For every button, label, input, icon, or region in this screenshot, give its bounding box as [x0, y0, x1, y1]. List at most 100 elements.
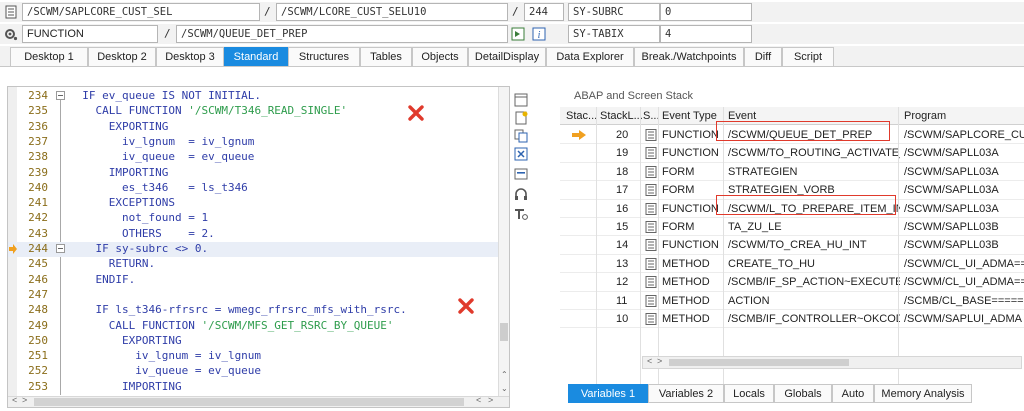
scroll-thumb[interactable]	[669, 359, 849, 366]
code-line[interactable]: 237 iv_lgnum = iv_lgnum	[8, 135, 509, 150]
settings-tool-icon[interactable]	[513, 206, 529, 222]
code-line[interactable]: 241 EXCEPTIONS	[8, 196, 509, 211]
error-cross-icon	[458, 298, 474, 314]
headphones-icon[interactable]	[513, 186, 529, 202]
stack-row[interactable]: 10 METHOD/SCMB/IF_CONTROLLER~OKCODE_ /SCWM…	[560, 310, 1024, 329]
line-number: 236	[28, 119, 48, 133]
fold-toggle-icon[interactable]	[56, 244, 65, 253]
new-document-icon[interactable]	[513, 110, 529, 126]
code-line[interactable]: 248 IF ls_t346-rfrsrc = wmegc_rfrsrc_mfs…	[8, 303, 509, 318]
copy-icon[interactable]	[513, 128, 529, 144]
source-code-editor[interactable]: 234 IF ev_queue IS NOT INITIAL. 235 CALL …	[7, 86, 510, 408]
source-code-icon	[645, 257, 657, 270]
stack-horizontal-scrollbar[interactable]: < >	[642, 356, 1022, 369]
fold-toggle-icon[interactable]	[56, 91, 65, 100]
tab-desktop-2[interactable]: Desktop 2	[88, 47, 156, 66]
event-cell: /SCWM/TO_CREA_HU_INT	[728, 239, 867, 252]
scroll-right-icon[interactable]: >	[657, 356, 662, 366]
info-icon[interactable]: i	[532, 27, 546, 41]
scroll-left-icon[interactable]: <	[476, 395, 481, 405]
tab-tables[interactable]: Tables	[360, 47, 412, 66]
tab-locals[interactable]: Locals	[724, 384, 774, 403]
stack-row[interactable]: 14 FUNCTION/SCWM/TO_CREA_HU_INT/SCWM/SAPL…	[560, 236, 1024, 255]
tab-script[interactable]: Script	[782, 47, 834, 66]
editor-vertical-scrollbar[interactable]: ⌃ ⌄	[498, 87, 509, 407]
code-line[interactable]: 252 iv_queue = ev_queue	[8, 364, 509, 379]
code-line[interactable]: 247	[8, 288, 509, 303]
enter-icon[interactable]	[511, 27, 525, 41]
scroll-left-icon[interactable]: <	[647, 356, 652, 366]
column-header-program[interactable]: Program	[904, 110, 1024, 122]
event-type-field[interactable]: FUNCTION	[22, 25, 158, 43]
tab-standard[interactable]: Standard	[224, 47, 288, 66]
window-icon[interactable]	[513, 92, 529, 108]
stack-row[interactable]: 19 FUNCTION/SCWM/TO_ROUTING_ACTIVATE_IN/S…	[560, 144, 1024, 163]
code-line[interactable]: 253 IMPORTING	[8, 380, 509, 395]
stack-row[interactable]: 12 METHOD/SCMB/IF_SP_ACTION~EXECUTE/SCWM/…	[560, 273, 1024, 292]
stack-row[interactable]: 13 METHOD CREATE_TO_HU/SCWM/CL_UI_ADMA===	[560, 255, 1024, 274]
code-text: iv_queue = ev_queue	[69, 364, 262, 378]
code-line[interactable]: 246 ENDIF.	[8, 273, 509, 288]
tab-memory-analysis[interactable]: Memory Analysis	[874, 384, 972, 403]
stack-row[interactable]: 15 FORM TA_ZU_LE/SCWM/SAPLL03B	[560, 218, 1024, 237]
tab-breakpoints-watchpoints[interactable]: Break./Watchpoints	[634, 47, 744, 66]
maximize-icon[interactable]	[513, 166, 529, 182]
scroll-thumb[interactable]	[34, 398, 464, 406]
highlight-box-event	[716, 195, 896, 215]
tab-globals[interactable]: Globals	[774, 384, 832, 403]
program-name-field[interactable]: /SCWM/SAPLCORE_CUST_SEL	[22, 3, 260, 21]
stack-row[interactable]: 11 METHOD ACTION/SCMB/CL_BASE======	[560, 292, 1024, 310]
event-name-field[interactable]: /SCWM/QUEUE_DET_PREP	[176, 25, 508, 43]
code-line[interactable]: 249 CALL FUNCTION '/SCWM/MFS_GET_RSRC_BY…	[8, 319, 509, 334]
tab-diff[interactable]: Diff	[744, 47, 782, 66]
tab-objects[interactable]: Objects	[412, 47, 468, 66]
event-type-cell: METHOD	[662, 276, 710, 289]
tab-detail-display[interactable]: DetailDisplay	[468, 47, 546, 66]
scroll-right-icon[interactable]: >	[22, 395, 27, 405]
scroll-thumb[interactable]	[500, 323, 508, 341]
tab-data-explorer[interactable]: Data Explorer	[546, 47, 634, 66]
column-header-stack[interactable]: Stac...	[566, 110, 600, 122]
close-window-icon[interactable]	[513, 146, 529, 162]
code-line[interactable]: 243 OTHERS = 2.	[8, 227, 509, 242]
code-text: OTHERS = 2.	[69, 226, 215, 240]
scroll-left-icon[interactable]: <	[12, 395, 17, 405]
tab-desktop-3[interactable]: Desktop 3	[156, 47, 224, 66]
tab-desktop-1[interactable]: Desktop 1	[10, 47, 88, 66]
code-line[interactable]: 235 CALL FUNCTION '/SCWM/T346_READ_SINGL…	[8, 104, 509, 119]
sysfield-value-field[interactable]: 4	[660, 25, 752, 43]
code-line[interactable]: 238 iv_queue = ev_queue	[8, 150, 509, 165]
scroll-up-icon[interactable]: ⌃	[501, 370, 508, 379]
code-line[interactable]: 239 IMPORTING	[8, 166, 509, 181]
code-text: iv_lgnum = iv_lgnum	[69, 134, 255, 148]
include-name-field[interactable]: /SCWM/LCORE_CUST_SELU10	[276, 3, 508, 21]
scroll-right-icon[interactable]: >	[488, 395, 493, 405]
sysfield-name-field[interactable]: SY-SUBRC	[568, 3, 660, 21]
sysfield-value-field[interactable]: 0	[660, 3, 752, 21]
scroll-down-icon[interactable]: ⌄	[501, 384, 508, 393]
code-line[interactable]: 245 RETURN.	[8, 257, 509, 272]
column-header-stack-level[interactable]: StackL...	[600, 110, 642, 122]
source-code-icon	[645, 147, 657, 160]
tab-structures[interactable]: Structures	[288, 47, 360, 66]
code-text: EXPORTING	[69, 119, 169, 133]
sysfield-name-field[interactable]: SY-TABIX	[568, 25, 660, 43]
code-line[interactable]: 244 IF sy-subrc <> 0.	[8, 242, 509, 258]
code-line[interactable]: 236 EXPORTING	[8, 120, 509, 135]
code-line[interactable]: 250 EXPORTING	[8, 334, 509, 349]
code-line[interactable]: 242 not_found = 1	[8, 211, 509, 226]
stack-row[interactable]: 18 FORM STRATEGIEN/SCWM/SAPLL03A	[560, 163, 1024, 182]
tab-variables-2[interactable]: Variables 2	[648, 384, 724, 403]
line-number: 248	[28, 303, 48, 317]
event-cell: TA_ZU_LE	[728, 221, 782, 233]
line-number-field[interactable]: 244	[524, 3, 564, 21]
event-cell: /SCWM/TO_ROUTING_ACTIVATE_IN	[728, 147, 900, 160]
code-line[interactable]: 251 iv_lgnum = iv_lgnum	[8, 349, 509, 364]
editor-horizontal-scrollbar[interactable]: < > < >	[8, 395, 509, 407]
code-line[interactable]: 234 IF ev_queue IS NOT INITIAL.	[8, 89, 509, 104]
code-line[interactable]: 240 es_t346 = ls_t346	[8, 181, 509, 196]
line-number: 249	[28, 318, 48, 332]
tab-variables-1[interactable]: Variables 1	[568, 384, 648, 403]
tab-auto[interactable]: Auto	[832, 384, 874, 403]
event-type-cell: FUNCTION	[662, 147, 719, 160]
